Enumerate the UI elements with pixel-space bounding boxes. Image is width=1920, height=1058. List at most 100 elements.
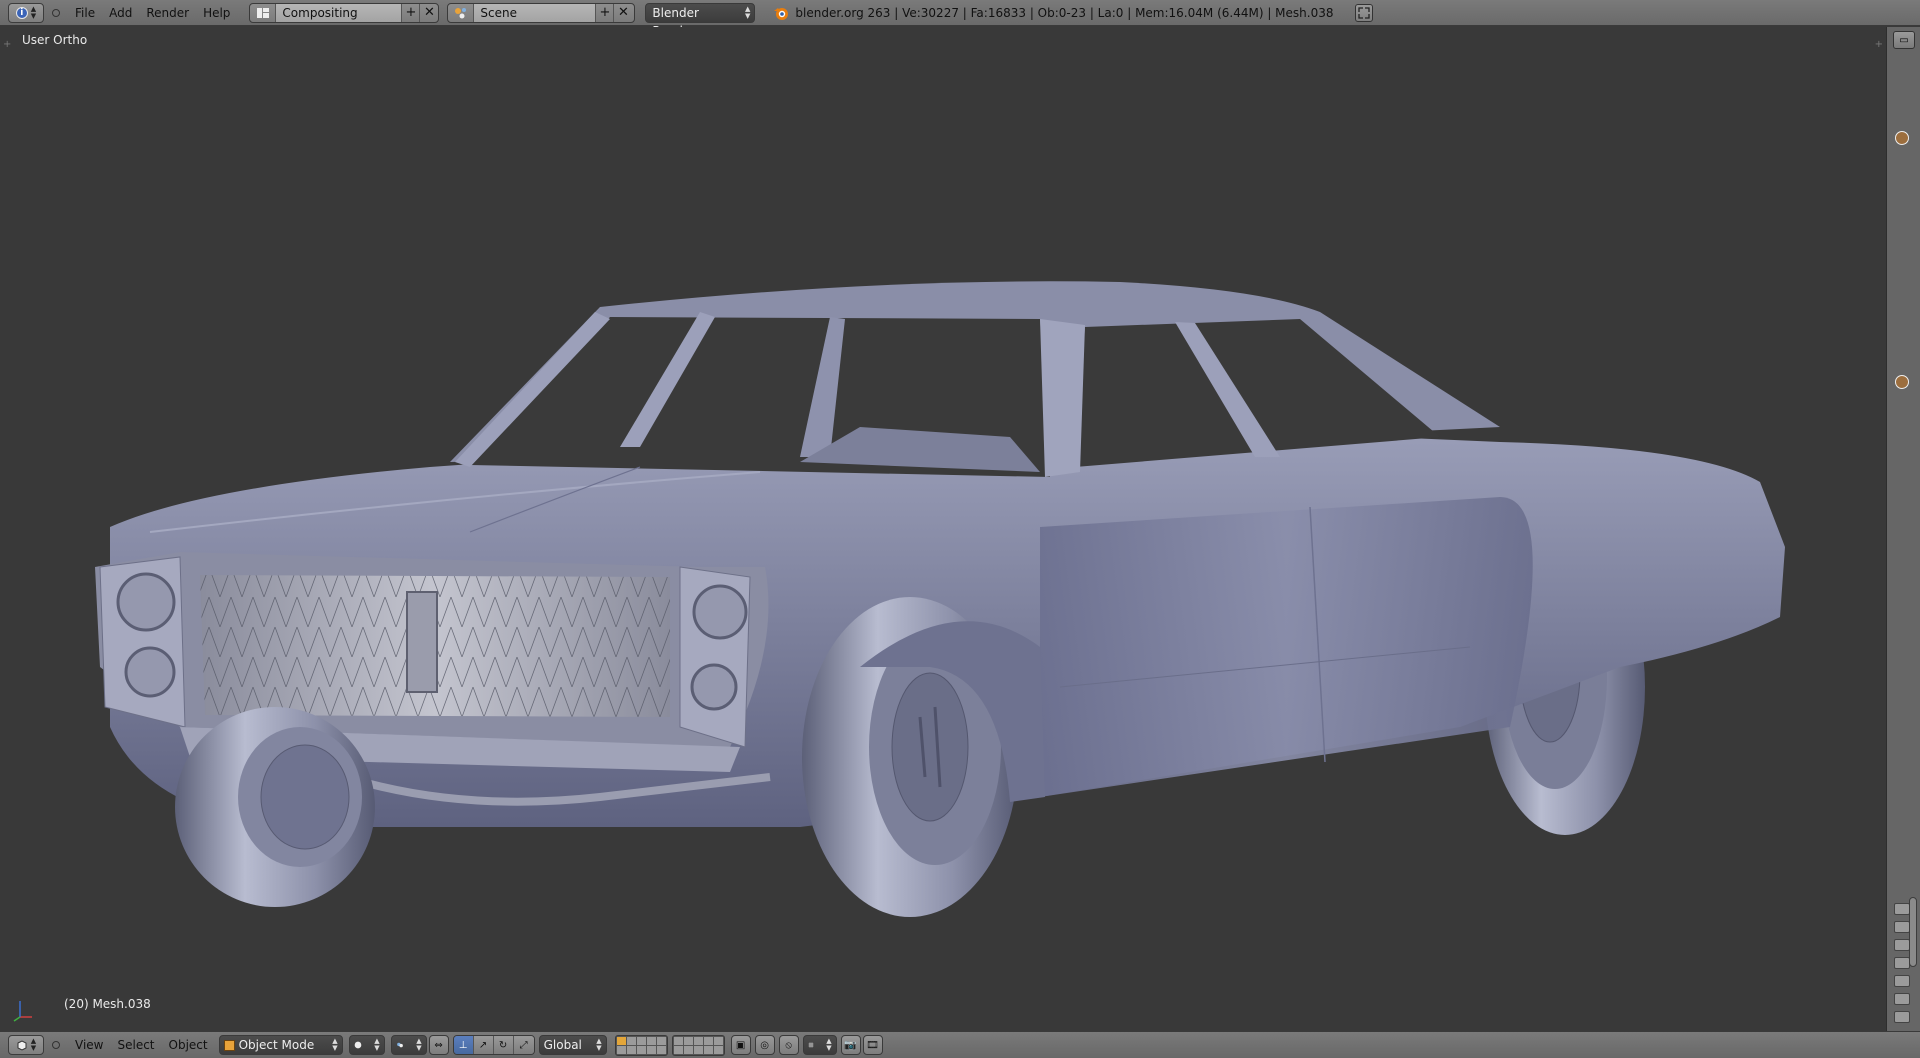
- dropdown-arrows-icon: ▲ ▼: [332, 1037, 338, 1052]
- scene-icon[interactable]: [448, 3, 475, 22]
- layer-button[interactable]: [673, 1045, 683, 1054]
- scene-statistics: blender.org 263 | Ve:30227 | Fa:16833 | …: [795, 5, 1334, 20]
- layer-button[interactable]: [636, 1036, 646, 1045]
- right-side-panel: ▭: [1886, 27, 1920, 1031]
- layer-button[interactable]: [646, 1036, 656, 1045]
- dropdown-arrows-icon: ▲ ▼: [745, 4, 751, 20]
- layer-button[interactable]: [646, 1045, 656, 1054]
- dropdown-arrows-icon: ▲ ▼: [596, 1037, 602, 1052]
- layer-button[interactable]: [616, 1045, 626, 1054]
- layer-button[interactable]: [656, 1045, 666, 1054]
- layer-button[interactable]: [616, 1036, 626, 1045]
- manipulate-center-points-button[interactable]: ⇔: [428, 1035, 449, 1055]
- layer-button[interactable]: [703, 1045, 713, 1054]
- viewport-shading-dropdown[interactable]: ▲ ▼: [348, 1035, 385, 1055]
- remove-screen-button[interactable]: ✕: [420, 4, 438, 22]
- fullscreen-button[interactable]: [1355, 3, 1374, 22]
- render-opengl-image-icon[interactable]: 📷: [840, 1035, 861, 1055]
- car-mesh[interactable]: [0, 27, 1886, 1031]
- layer-button[interactable]: [626, 1036, 636, 1045]
- outliner-row[interactable]: [1894, 903, 1910, 915]
- 3d-viewport[interactable]: User Ortho (20) Mesh.038 + +: [0, 27, 1886, 1031]
- render-opengl-animation-icon[interactable]: 🎞: [862, 1035, 883, 1055]
- layer-button[interactable]: [656, 1036, 666, 1045]
- menu-help[interactable]: Help: [196, 0, 237, 26]
- updown-arrows-icon: ▲ ▼: [30, 1037, 37, 1052]
- status-bar: blender.org 263 | Ve:30227 | Fa:16833 | …: [773, 5, 1333, 21]
- dropdown-arrows-icon: ▲ ▼: [826, 1037, 832, 1052]
- layer-button[interactable]: [683, 1036, 693, 1045]
- add-scene-button[interactable]: +: [596, 3, 615, 22]
- info-header: i ▲ ▼ File Add Render Help Compositing + …: [0, 0, 1920, 38]
- menu-render[interactable]: Render: [139, 0, 196, 26]
- layer-button[interactable]: [626, 1045, 636, 1054]
- snap-element-dropdown[interactable]: ▲ ▼: [802, 1035, 837, 1055]
- layer-button[interactable]: [703, 1036, 713, 1045]
- rotate-manipulator-icon[interactable]: ↻: [493, 1036, 514, 1054]
- outliner-row[interactable]: [1894, 957, 1910, 969]
- snap-toggle-icon[interactable]: ⦸: [778, 1035, 799, 1055]
- lock-scene-layers-icon[interactable]: ▣: [730, 1035, 751, 1055]
- snap-increment-icon: [808, 1042, 814, 1048]
- properties-editor-button[interactable]: ▭: [1893, 31, 1915, 49]
- outliner-row[interactable]: [1894, 939, 1910, 951]
- scene-selector[interactable]: Scene + ✕: [447, 2, 636, 23]
- layer-button[interactable]: [713, 1036, 723, 1045]
- outliner-row[interactable]: [1894, 1011, 1910, 1023]
- menu-add[interactable]: Add: [102, 0, 139, 26]
- interaction-mode-dropdown[interactable]: Object Mode ▲ ▼: [218, 1035, 343, 1055]
- transform-manipulators: ⊥ ↗ ↻ ⤢: [452, 1035, 535, 1055]
- layer-button[interactable]: [693, 1045, 703, 1054]
- outliner-row[interactable]: [1894, 921, 1910, 933]
- layer-button[interactable]: [693, 1036, 703, 1045]
- layer-button[interactable]: [683, 1045, 693, 1054]
- dropdown-arrows-icon: ▲ ▼: [374, 1037, 380, 1052]
- translate-manipulator-icon[interactable]: ↗: [473, 1036, 494, 1054]
- outliner-row[interactable]: [1894, 993, 1910, 1005]
- info-icon: i: [15, 6, 28, 19]
- editor-type-button[interactable]: i ▲ ▼: [8, 2, 44, 23]
- scale-manipulator-icon[interactable]: ⤢: [513, 1036, 534, 1054]
- object-mode-icon: [223, 1039, 235, 1051]
- menu-file[interactable]: File: [68, 0, 102, 26]
- editor-type-button[interactable]: ▲ ▼: [8, 1035, 44, 1055]
- dropdown-arrows-icon: ▲ ▼: [416, 1037, 422, 1052]
- view-label: User Ortho: [22, 33, 88, 47]
- front-left-wheel: [175, 707, 375, 907]
- scene-name[interactable]: Scene: [474, 3, 597, 22]
- solid-shading-icon: [354, 1041, 361, 1049]
- area-split-handle[interactable]: +: [1875, 39, 1883, 50]
- collapse-menus-button[interactable]: [52, 8, 60, 17]
- axis-gizmo: [8, 997, 34, 1023]
- 3d-view-header: ▲ ▼ View Select Object Object Mode ▲ ▼ ▲ ▼ …: [0, 1031, 1920, 1058]
- menu-select[interactable]: Select: [110, 1032, 161, 1058]
- screen-layout-name[interactable]: Compositing: [276, 3, 403, 22]
- proportional-editing-icon[interactable]: ◎: [754, 1035, 775, 1055]
- remove-scene-button[interactable]: ✕: [614, 4, 632, 22]
- updown-arrows-icon: ▲ ▼: [30, 4, 37, 20]
- pivot-point-icon: [396, 1042, 403, 1048]
- menu-object[interactable]: Object: [162, 1032, 215, 1058]
- render-engine-dropdown[interactable]: Blender Render ▲▼: [645, 2, 756, 38]
- interaction-mode-label: Object Mode: [238, 1038, 315, 1052]
- layer-button[interactable]: [673, 1036, 683, 1045]
- outliner-row[interactable]: [1894, 975, 1910, 987]
- manipulator-toggle-icon[interactable]: ⊥: [453, 1036, 474, 1054]
- object-data-icon[interactable]: [1895, 131, 1909, 145]
- collapse-menus-button[interactable]: [52, 1041, 60, 1049]
- menu-view[interactable]: View: [68, 1032, 110, 1058]
- active-object-info: (20) Mesh.038: [64, 997, 151, 1011]
- transform-orientation-label: Global: [543, 1038, 582, 1052]
- outliner-scrollbar[interactable]: [1909, 897, 1917, 967]
- screen-layout-icon[interactable]: [250, 3, 277, 22]
- pivot-point-dropdown[interactable]: ▲ ▼: [390, 1035, 427, 1055]
- layer-button[interactable]: [713, 1045, 723, 1054]
- area-split-handle[interactable]: +: [3, 39, 11, 50]
- layer-buttons-group-1[interactable]: [614, 1034, 668, 1056]
- add-screen-button[interactable]: +: [402, 3, 421, 22]
- transform-orientation-dropdown[interactable]: Global ▲ ▼: [538, 1035, 607, 1055]
- layer-buttons-group-2[interactable]: [671, 1034, 725, 1056]
- layer-button[interactable]: [636, 1045, 646, 1054]
- object-data-icon[interactable]: [1895, 375, 1909, 389]
- screen-layout-selector[interactable]: Compositing + ✕: [249, 2, 440, 23]
